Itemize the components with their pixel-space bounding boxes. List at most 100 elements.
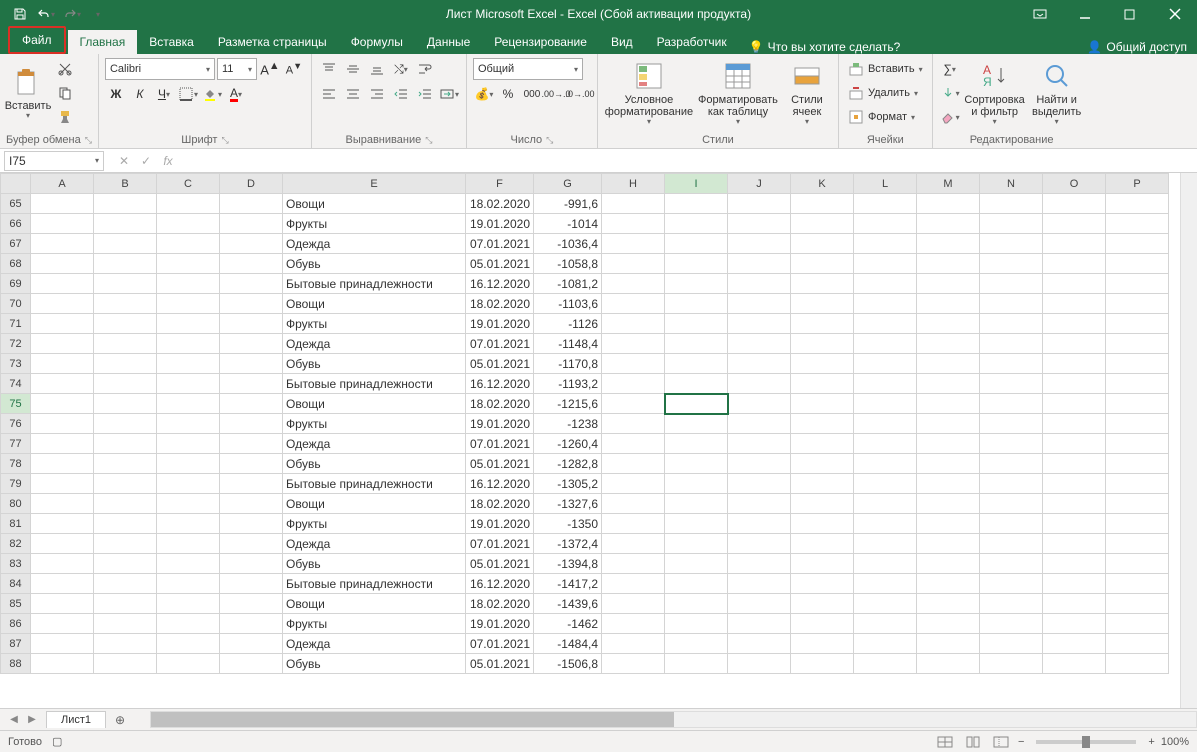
cell[interactable]: -1462 xyxy=(534,614,602,634)
cell[interactable]: -1215,6 xyxy=(534,394,602,414)
cell[interactable] xyxy=(665,334,728,354)
cell[interactable] xyxy=(1106,354,1169,374)
align-bottom-button[interactable] xyxy=(366,58,388,80)
tab-file[interactable]: Файл xyxy=(8,26,66,54)
cell[interactable] xyxy=(854,294,917,314)
decrease-decimal-button[interactable]: .0→.00 xyxy=(569,83,591,105)
currency-button[interactable]: 💰▾ xyxy=(473,83,495,105)
cell[interactable] xyxy=(917,394,980,414)
cell[interactable] xyxy=(31,414,94,434)
cell[interactable] xyxy=(917,654,980,674)
dialog-launcher-icon[interactable]: ⤡ xyxy=(425,135,432,146)
cell[interactable]: Одежда xyxy=(283,534,466,554)
cell[interactable] xyxy=(854,574,917,594)
cell[interactable] xyxy=(854,374,917,394)
cell[interactable] xyxy=(220,374,283,394)
cell[interactable] xyxy=(157,614,220,634)
row-header[interactable]: 76 xyxy=(1,414,31,434)
cell[interactable] xyxy=(94,594,157,614)
cell[interactable]: 18.02.2020 xyxy=(466,294,534,314)
cell[interactable] xyxy=(728,274,791,294)
column-header[interactable]: E xyxy=(283,174,466,194)
cell[interactable] xyxy=(791,274,854,294)
cell[interactable] xyxy=(220,594,283,614)
cell[interactable]: 07.01.2021 xyxy=(466,634,534,654)
formula-input[interactable] xyxy=(184,151,1197,171)
cell[interactable] xyxy=(602,314,665,334)
cell[interactable]: 07.01.2021 xyxy=(466,434,534,454)
cell[interactable]: -1260,4 xyxy=(534,434,602,454)
sheet-tab[interactable]: Лист1 xyxy=(46,711,106,728)
cell[interactable] xyxy=(791,554,854,574)
cell[interactable] xyxy=(220,194,283,214)
cell[interactable] xyxy=(602,194,665,214)
cell[interactable]: Овощи xyxy=(283,394,466,414)
cell[interactable] xyxy=(1043,574,1106,594)
format-cells-button[interactable]: Формат▾ xyxy=(845,106,926,128)
cell[interactable]: Фрукты xyxy=(283,314,466,334)
cell[interactable]: -1506,8 xyxy=(534,654,602,674)
cell[interactable] xyxy=(1043,614,1106,634)
cell[interactable] xyxy=(854,594,917,614)
cell[interactable] xyxy=(665,574,728,594)
cell[interactable]: Фрукты xyxy=(283,614,466,634)
underline-button[interactable]: Ч▾ xyxy=(153,83,175,105)
cell[interactable] xyxy=(157,534,220,554)
cell[interactable] xyxy=(602,454,665,474)
cell[interactable] xyxy=(980,634,1043,654)
cell[interactable] xyxy=(1043,454,1106,474)
align-top-button[interactable] xyxy=(318,58,340,80)
cell[interactable]: Одежда xyxy=(283,434,466,454)
cell[interactable] xyxy=(665,654,728,674)
cell[interactable] xyxy=(220,314,283,334)
italic-button[interactable]: К xyxy=(129,83,151,105)
cell[interactable]: -1103,6 xyxy=(534,294,602,314)
row-header[interactable]: 83 xyxy=(1,554,31,574)
tab-insert[interactable]: Вставка xyxy=(137,30,206,54)
cell[interactable] xyxy=(791,234,854,254)
view-normal-button[interactable] xyxy=(934,733,956,751)
cell[interactable] xyxy=(854,454,917,474)
cell[interactable] xyxy=(31,534,94,554)
cell[interactable] xyxy=(602,354,665,374)
cell[interactable] xyxy=(1106,214,1169,234)
cell[interactable]: 16.12.2020 xyxy=(466,474,534,494)
cell[interactable] xyxy=(1043,634,1106,654)
cell[interactable] xyxy=(665,414,728,434)
cell[interactable] xyxy=(728,594,791,614)
cell[interactable] xyxy=(602,214,665,234)
cell[interactable] xyxy=(1043,514,1106,534)
cell[interactable] xyxy=(980,434,1043,454)
undo-button[interactable]: ▾ xyxy=(36,4,56,24)
cell[interactable] xyxy=(220,474,283,494)
cell[interactable] xyxy=(157,474,220,494)
name-box[interactable]: I75▾ xyxy=(4,151,104,171)
cell[interactable] xyxy=(94,374,157,394)
column-header[interactable]: M xyxy=(917,174,980,194)
cell[interactable] xyxy=(31,634,94,654)
cell[interactable] xyxy=(980,474,1043,494)
cell[interactable] xyxy=(791,654,854,674)
view-page-layout-button[interactable] xyxy=(962,733,984,751)
cell[interactable] xyxy=(1106,414,1169,434)
cell[interactable]: -1126 xyxy=(534,314,602,334)
maximize-button[interactable] xyxy=(1107,0,1152,28)
cell[interactable] xyxy=(94,234,157,254)
cell[interactable] xyxy=(917,354,980,374)
cell[interactable]: 18.02.2020 xyxy=(466,394,534,414)
cell[interactable] xyxy=(602,414,665,434)
cell[interactable] xyxy=(94,354,157,374)
cell[interactable] xyxy=(94,414,157,434)
cell[interactable] xyxy=(602,594,665,614)
percent-button[interactable]: % xyxy=(497,83,519,105)
minimize-button[interactable] xyxy=(1062,0,1107,28)
align-right-button[interactable] xyxy=(366,83,388,105)
cell[interactable] xyxy=(94,494,157,514)
cell[interactable]: Обувь xyxy=(283,554,466,574)
cell[interactable] xyxy=(1043,254,1106,274)
cell[interactable] xyxy=(602,534,665,554)
cell[interactable] xyxy=(1043,214,1106,234)
cell[interactable] xyxy=(917,194,980,214)
cell[interactable] xyxy=(791,614,854,634)
copy-button[interactable] xyxy=(54,82,76,104)
